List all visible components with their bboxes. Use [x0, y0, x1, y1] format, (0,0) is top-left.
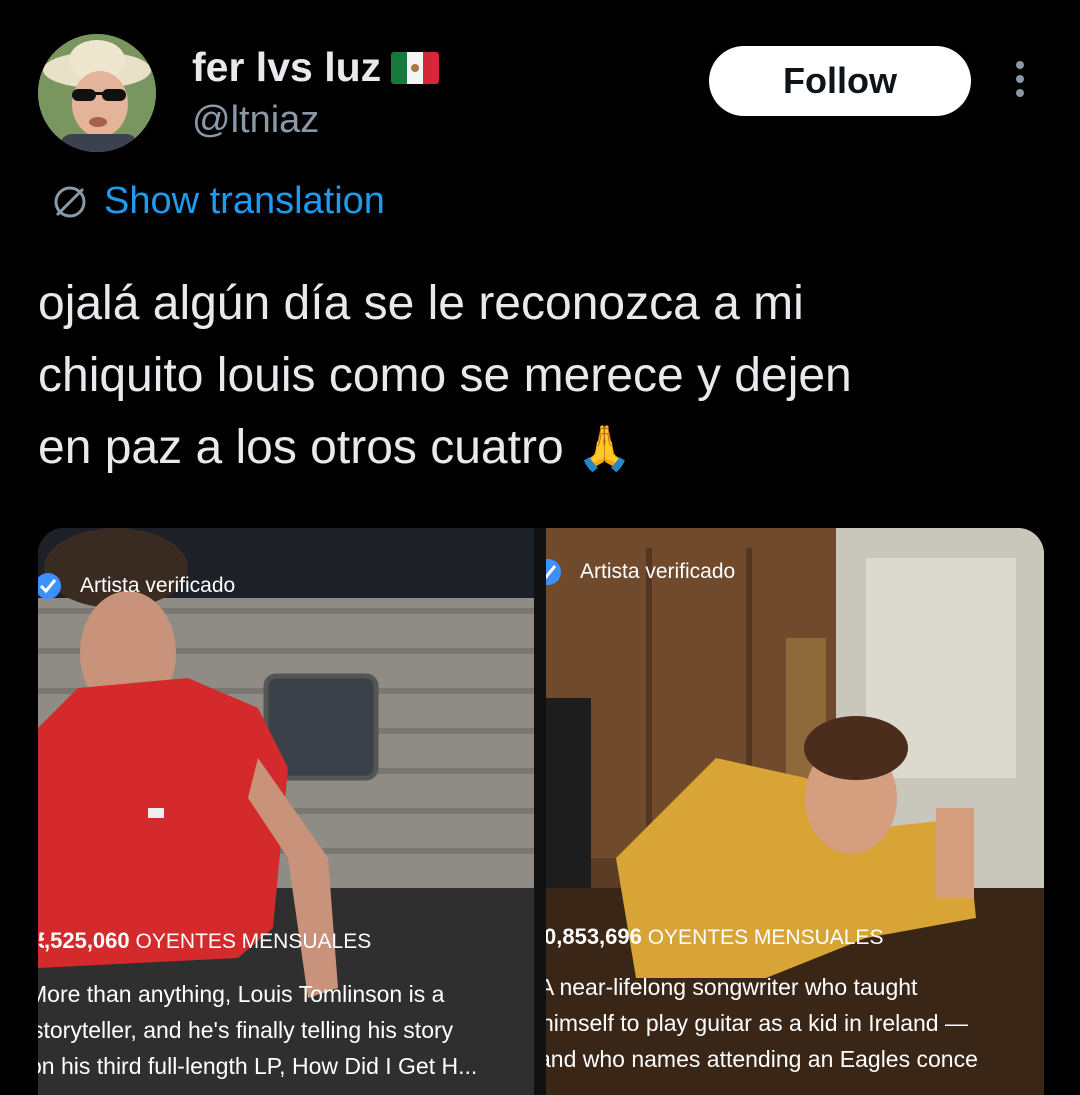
- verified-label: Artista verificado: [580, 560, 736, 583]
- verified-badge: Artista verificado: [38, 572, 235, 600]
- verified-check-icon: [546, 559, 561, 585]
- listeners-label: OYENTES MENSUALES: [647, 926, 884, 949]
- more-options-icon[interactable]: [1006, 58, 1034, 108]
- verified-check-icon: [38, 573, 61, 599]
- media-grid: Artista verificado 5,525,060 OYENTES MEN…: [38, 528, 1044, 1095]
- globe-translate-icon: [54, 186, 86, 217]
- listeners-count: 0,853,696: [546, 924, 642, 949]
- monthly-listeners: 5,525,060 OYENTES MENSUALES: [38, 928, 371, 954]
- media-image-left[interactable]: Artista verificado 5,525,060 OYENTES MEN…: [38, 528, 534, 1095]
- bio-line: A near-lifelong songwriter who taught: [546, 974, 918, 1000]
- bio-line: on his third full-length LP, How Did I G…: [38, 1053, 478, 1079]
- listeners-label: OYENTES MENSUALES: [135, 930, 372, 953]
- bio-line: storyteller, and he's finally telling hi…: [38, 1017, 454, 1043]
- display-name-text: fer lvs luz: [192, 44, 382, 90]
- bio-line: and who names attending an Eagles conce: [546, 1046, 978, 1072]
- monthly-listeners: 0,853,696 OYENTES MENSUALES: [546, 924, 883, 950]
- tweet-line-text: en paz a los otros cuatro: [38, 421, 564, 474]
- follow-button[interactable]: Follow: [709, 46, 971, 116]
- user-handle[interactable]: @ltniaz: [192, 99, 319, 142]
- praying-hands-emoji: 🙏: [576, 424, 632, 473]
- tweet-line: ojalá algún día se le reconozca a mi: [38, 277, 804, 330]
- tweet-line: chiquito louis como se merece y dejen: [38, 349, 852, 402]
- media-image-right[interactable]: Artista verificado 0,853,696 OYENTES MEN…: [546, 528, 1044, 1095]
- display-name[interactable]: fer lvs luz: [192, 44, 440, 91]
- tweet-text: ojalá algún día se le reconozca a mi chi…: [38, 268, 1048, 485]
- verified-label: Artista verificado: [80, 574, 236, 597]
- mexico-flag-icon: [391, 51, 440, 84]
- artist-bio: More than anything, Louis Tomlinson is a…: [38, 976, 534, 1084]
- tweet-line: en paz a los otros cuatro 🙏: [38, 412, 1048, 485]
- bio-line: himself to play guitar as a kid in Irela…: [546, 1010, 968, 1036]
- show-translation-link[interactable]: Show translation: [50, 180, 385, 223]
- bio-line: More than anything, Louis Tomlinson is a: [38, 981, 445, 1007]
- profile-photo-icon: [38, 34, 156, 152]
- avatar[interactable]: [38, 34, 156, 152]
- verified-badge: Artista verificado: [546, 558, 735, 586]
- artist-bio: A near-lifelong songwriter who taught hi…: [546, 969, 1044, 1077]
- show-translation-label: Show translation: [104, 180, 385, 222]
- listeners-count: ,525,060: [44, 928, 130, 953]
